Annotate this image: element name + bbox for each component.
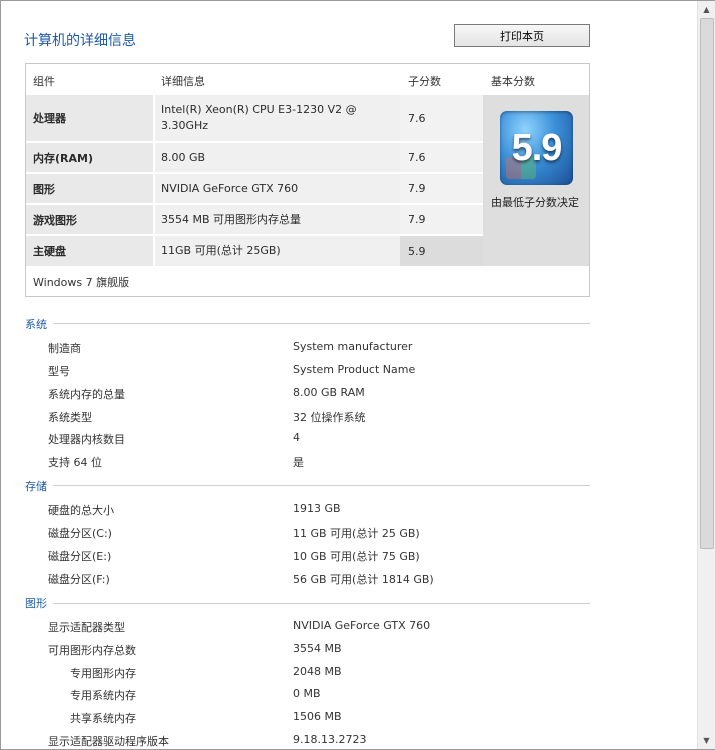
arrow-down-icon[interactable]: ▼ bbox=[698, 732, 715, 749]
prop-label: 磁盘分区(F:) bbox=[48, 573, 110, 586]
row-component: 处理器 bbox=[26, 95, 155, 141]
prop-label: 制造商 bbox=[48, 342, 81, 355]
column-base-score: 基本分数 bbox=[491, 75, 535, 88]
prop-value: 1913 GB bbox=[293, 502, 341, 515]
prop-value: 是 bbox=[293, 456, 304, 469]
prop-value: System manufacturer bbox=[293, 340, 413, 353]
score-row-graphics: 图形 NVIDIA GeForce GTX 760 7.9 bbox=[26, 174, 483, 203]
scrollbar-thumb[interactable] bbox=[700, 18, 714, 549]
score-row-memory: 内存(RAM) 8.00 GB 7.6 bbox=[26, 143, 483, 172]
row-component: 内存(RAM) bbox=[26, 143, 155, 172]
prop-value: 3554 MB bbox=[293, 642, 342, 655]
score-table-header: 组件 详细信息 子分数 基本分数 bbox=[26, 64, 589, 95]
section-title-graphics: 图形 bbox=[25, 597, 47, 610]
prop-value: 2048 MB bbox=[293, 665, 342, 678]
section-divider bbox=[53, 485, 590, 486]
score-panel: 组件 详细信息 子分数 基本分数 处理器 Intel(R) Xeon(R) CP… bbox=[25, 63, 590, 297]
prop-value: 56 GB 可用(总计 1814 GB) bbox=[293, 573, 434, 586]
prop-label: 系统类型 bbox=[48, 411, 92, 424]
column-component: 组件 bbox=[33, 75, 55, 88]
prop-label: 专用图形内存 bbox=[70, 667, 136, 680]
windows-experience-badge-icon: 5.9 bbox=[500, 111, 573, 185]
prop-label: 磁盘分区(C:) bbox=[48, 527, 112, 540]
section-divider bbox=[53, 603, 590, 604]
row-details: NVIDIA GeForce GTX 760 bbox=[155, 174, 400, 203]
prop-label: 显示适配器驱动程序版本 bbox=[48, 735, 169, 748]
row-details: 11GB 可用(总计 25GB) bbox=[155, 236, 400, 266]
section-title-system: 系统 bbox=[25, 318, 47, 331]
prop-label: 共享系统内存 bbox=[70, 712, 136, 725]
prop-label: 系统内存的总量 bbox=[48, 388, 125, 401]
prop-label: 可用图形内存总数 bbox=[48, 644, 136, 657]
column-subscore: 子分数 bbox=[408, 75, 441, 88]
row-subscore: 7.6 bbox=[400, 143, 483, 172]
row-details: 8.00 GB bbox=[155, 143, 400, 172]
section-divider bbox=[53, 323, 590, 324]
base-score-note: 由最低子分数决定 bbox=[491, 196, 579, 209]
row-component: 主硬盘 bbox=[26, 236, 155, 266]
prop-label: 专用系统内存 bbox=[70, 689, 136, 702]
prop-value: NVIDIA GeForce GTX 760 bbox=[293, 619, 431, 632]
windows-edition: Windows 7 旗舰版 bbox=[33, 276, 130, 289]
row-component: 游戏图形 bbox=[26, 205, 155, 234]
arrow-up-icon[interactable]: ▲ bbox=[698, 1, 715, 18]
prop-value: 8.00 GB RAM bbox=[293, 386, 365, 399]
score-row-processor: 处理器 Intel(R) Xeon(R) CPU E3-1230 V2 @ 3.… bbox=[26, 95, 483, 141]
page-title: 计算机的详细信息 bbox=[24, 33, 136, 49]
row-subscore: 7.9 bbox=[400, 174, 483, 203]
vertical-scrollbar[interactable]: ▲ ▼ bbox=[697, 1, 715, 749]
prop-value: 10 GB 可用(总计 75 GB) bbox=[293, 550, 420, 563]
row-subscore: 5.9 bbox=[400, 236, 483, 266]
base-score-cell: 5.9 由最低子分数决定 bbox=[483, 95, 589, 266]
prop-label: 型号 bbox=[48, 365, 70, 378]
prop-value: 9.18.13.2723 bbox=[293, 733, 367, 746]
prop-value: 32 位操作系统 bbox=[293, 411, 366, 424]
base-score-value: 5.9 bbox=[511, 126, 563, 169]
prop-value: 0 MB bbox=[293, 687, 321, 700]
row-component: 图形 bbox=[26, 174, 155, 203]
prop-value: System Product Name bbox=[293, 363, 416, 376]
prop-label: 处理器内核数目 bbox=[48, 433, 125, 446]
prop-value: 11 GB 可用(总计 25 GB) bbox=[293, 527, 420, 540]
prop-label: 磁盘分区(E:) bbox=[48, 550, 112, 563]
prop-value: 4 bbox=[293, 431, 300, 444]
prop-label: 支持 64 位 bbox=[48, 456, 102, 469]
section-title-storage: 存储 bbox=[25, 480, 47, 493]
row-subscore: 7.9 bbox=[400, 205, 483, 234]
prop-label: 硬盘的总大小 bbox=[48, 504, 114, 517]
prop-value: 1506 MB bbox=[293, 710, 342, 723]
prop-label: 显示适配器类型 bbox=[48, 621, 125, 634]
score-row-gaming-graphics: 游戏图形 3554 MB 可用图形内存总量 7.9 bbox=[26, 205, 483, 234]
row-subscore: 7.6 bbox=[400, 95, 483, 141]
print-page-button[interactable]: 打印本页 bbox=[454, 24, 590, 47]
row-details: Intel(R) Xeon(R) CPU E3-1230 V2 @ 3.30GH… bbox=[155, 95, 400, 141]
score-row-primary-disk: 主硬盘 11GB 可用(总计 25GB) 5.9 bbox=[26, 236, 483, 266]
column-details: 详细信息 bbox=[161, 75, 205, 88]
row-details: 3554 MB 可用图形内存总量 bbox=[155, 205, 400, 234]
